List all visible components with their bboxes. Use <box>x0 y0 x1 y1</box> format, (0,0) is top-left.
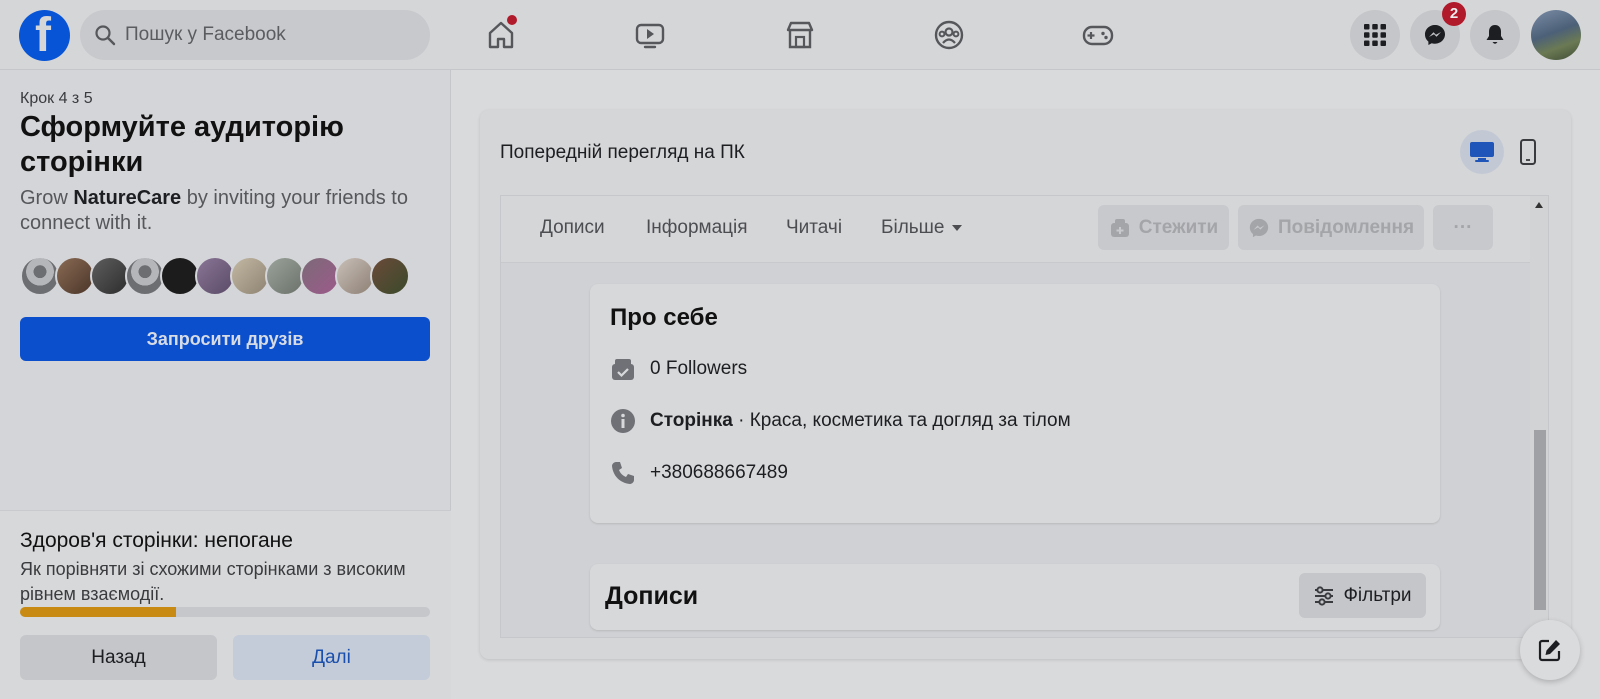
tab-more[interactable]: Більше <box>881 217 963 239</box>
nav-home[interactable] <box>478 12 524 58</box>
tab-posts[interactable]: Дописи <box>540 217 605 239</box>
phone-row: +380688667489 <box>610 460 788 486</box>
health-progress-bar <box>20 607 430 617</box>
invite-friends-button[interactable]: Запросити друзів <box>20 317 430 361</box>
friend-avatar[interactable] <box>335 256 375 296</box>
top-bar: f 2 <box>0 0 1600 70</box>
gaming-icon <box>1082 25 1114 46</box>
friend-avatar[interactable] <box>300 256 340 296</box>
desktop-icon <box>1470 142 1494 162</box>
mobile-preview-toggle[interactable] <box>1506 130 1550 174</box>
posts-title: Дописи <box>605 582 699 610</box>
nav-marketplace[interactable] <box>777 12 823 58</box>
scrollbar-thumb[interactable] <box>1534 430 1546 610</box>
health-progress-fill <box>20 607 176 617</box>
profile-avatar[interactable] <box>1531 10 1581 60</box>
phone-number[interactable]: +380688667489 <box>650 462 788 484</box>
friend-avatar[interactable] <box>195 256 235 296</box>
page-type-label: Сторінка <box>650 410 733 431</box>
scroll-up-arrow[interactable] <box>1535 202 1543 208</box>
followers-icon <box>610 356 636 382</box>
friend-avatar[interactable] <box>125 256 165 296</box>
messenger-icon <box>1425 25 1445 45</box>
menu-button[interactable] <box>1350 10 1400 60</box>
next-button[interactable]: Далі <box>233 635 430 680</box>
about-card: Про себе 0 Followers Сторінка · Краса, к… <box>590 284 1440 523</box>
friend-avatar[interactable] <box>20 256 60 296</box>
search-input[interactable] <box>125 22 415 48</box>
health-description: Як порівняти зі схожими сторінками з вис… <box>20 559 406 604</box>
message-button[interactable]: Повідомлення <box>1238 205 1424 250</box>
about-title: Про себе <box>610 304 718 331</box>
page-health-section: Здоров'я сторінки: непогане Як порівняти… <box>0 510 451 699</box>
friend-avatar[interactable] <box>265 256 305 296</box>
filters-icon <box>1315 585 1334 606</box>
tab-followers[interactable]: Читачі <box>786 217 842 239</box>
friend-avatar[interactable] <box>55 256 95 296</box>
category-row: Сторінка · Краса, косметика та догляд за… <box>610 408 1071 434</box>
grid-menu-icon <box>1364 24 1386 46</box>
desktop-preview-card: Попередній перегляд на ПК Дописи Інформа… <box>480 110 1571 659</box>
followers-count: 0 Followers <box>650 358 748 379</box>
marketplace-icon <box>786 21 814 49</box>
nav-gaming[interactable] <box>1075 12 1121 58</box>
back-button[interactable]: Назад <box>20 635 217 680</box>
friend-avatar[interactable] <box>230 256 270 296</box>
follow-button[interactable]: Стежити <box>1098 205 1229 250</box>
new-message-button[interactable] <box>1520 620 1580 680</box>
tab-info[interactable]: Інформація <box>646 217 748 239</box>
friend-avatar[interactable] <box>160 256 200 296</box>
messenger-icon <box>1249 218 1269 237</box>
search-box[interactable] <box>80 10 430 60</box>
follow-label: Стежити <box>1138 216 1219 238</box>
tab-more-label: Більше <box>881 217 945 238</box>
panel-heading: Сформуйте аудиторію сторінки <box>20 111 344 178</box>
preview-scrollbar[interactable] <box>1530 196 1548 637</box>
caret-down-icon <box>951 224 962 231</box>
health-title: Здоров'я сторінки: непогане <box>20 529 293 552</box>
facebook-logo[interactable]: f <box>19 10 70 61</box>
follow-icon <box>1110 218 1129 237</box>
page-name: NatureCare <box>73 187 182 209</box>
preview-title: Попередній перегляд на ПК <box>500 142 745 163</box>
more-options-label: ··· <box>1453 216 1473 238</box>
setup-panel: Крок 4 з 5 Сформуйте аудиторію сторінки … <box>0 70 451 699</box>
grow-text: Grow NatureCare by inviting your friends… <box>20 186 440 236</box>
bell-icon <box>1486 25 1504 44</box>
friend-avatars <box>20 256 440 296</box>
search-icon <box>95 25 116 46</box>
followers-row: 0 Followers <box>610 356 747 382</box>
posts-card: Дописи Фільтри <box>590 564 1440 630</box>
info-icon <box>610 408 636 434</box>
home-notification-dot <box>507 15 517 25</box>
filters-button[interactable]: Фільтри <box>1299 573 1426 618</box>
compose-icon <box>1538 639 1561 662</box>
page-tabs-bar: Дописи Інформація Читачі Більше Стежити … <box>501 196 1530 263</box>
filters-label: Фільтри <box>1343 584 1412 606</box>
page-preview-frame: Дописи Інформація Читачі Більше Стежити … <box>500 195 1549 638</box>
more-options-button[interactable]: ··· <box>1433 205 1493 250</box>
messenger-button[interactable]: 2 <box>1410 2 1466 60</box>
messenger-badge: 2 <box>1442 2 1466 26</box>
nav-groups[interactable] <box>926 12 972 58</box>
page-category: · Краса, косметика та догляд за тілом <box>732 410 1071 431</box>
desktop-preview-toggle[interactable] <box>1460 130 1504 174</box>
mobile-icon <box>1520 139 1536 165</box>
category-text: Сторінка · Краса, косметика та догляд за… <box>650 410 1071 432</box>
message-label: Повідомлення <box>1277 216 1415 238</box>
groups-icon <box>934 20 964 50</box>
grow-prefix: Grow <box>20 187 74 209</box>
friend-avatar[interactable] <box>90 256 130 296</box>
phone-icon <box>610 460 636 486</box>
notifications-button[interactable] <box>1470 10 1520 60</box>
step-indicator: Крок 4 з 5 <box>20 90 93 107</box>
friend-avatar[interactable] <box>370 256 410 296</box>
nav-watch[interactable] <box>627 12 673 58</box>
watch-icon <box>635 23 665 49</box>
